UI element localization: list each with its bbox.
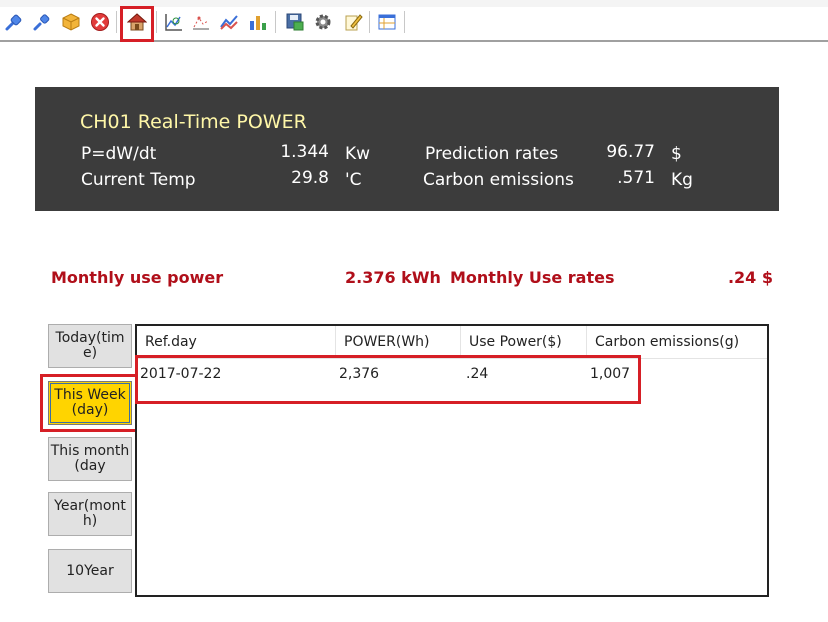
gear-icon[interactable] <box>313 12 333 32</box>
monthly-use-power-label: Monthly use power <box>51 268 224 287</box>
chart-dots-icon[interactable] <box>191 12 211 32</box>
column-header-ref-day[interactable]: Ref.day <box>137 326 336 358</box>
grid-table-icon[interactable] <box>377 12 397 32</box>
monthly-use-rates-label: Monthly Use rates <box>450 268 615 287</box>
plug-disconnect-icon[interactable] <box>32 12 52 32</box>
toolbar-separator <box>275 11 276 33</box>
column-header-use-power[interactable]: Use Power($) <box>461 326 587 358</box>
power-value: 1.344 <box>280 142 329 162</box>
box-icon[interactable] <box>61 12 81 32</box>
chart-line-icon[interactable] <box>219 12 239 32</box>
this-month-day-button[interactable]: This month(day <box>48 437 132 481</box>
close-icon[interactable] <box>90 12 110 32</box>
prediction-unit: $ <box>671 144 682 164</box>
ten-year-button-label: 10Year <box>66 562 114 579</box>
toolbar-separator <box>156 11 157 33</box>
column-header-carbon-emissions[interactable]: Carbon emissions(g) <box>587 326 768 358</box>
realtime-title: CH01 Real-Time POWER <box>80 111 307 133</box>
temp-label: Current Temp <box>81 170 196 190</box>
power-label: P=dW/dt <box>81 144 157 164</box>
carbon-value: .571 <box>617 168 655 188</box>
carbon-label: Carbon emissions <box>423 170 574 190</box>
today-time-button-label: Today(time) <box>55 330 125 361</box>
table-row-highlight-box <box>135 355 641 404</box>
year-month-button-label: Year(month) <box>54 498 126 529</box>
toolbar-separator <box>404 11 405 33</box>
save-icon[interactable] <box>285 12 305 32</box>
realtime-power-panel: CH01 Real-Time POWER P=dW/dt 1.344 Kw Cu… <box>35 87 779 211</box>
chart-zoom-icon[interactable] <box>164 12 184 32</box>
today-time-button[interactable]: Today(time) <box>48 324 132 368</box>
temp-value: 29.8 <box>291 168 329 188</box>
monthly-use-rates-value: .24 $ <box>727 268 773 287</box>
this-week-highlight-box <box>40 374 138 432</box>
power-unit: Kw <box>345 144 371 164</box>
home-highlight-box <box>120 6 154 42</box>
this-month-day-button-label: This month(day <box>50 443 130 474</box>
ten-year-button[interactable]: 10Year <box>48 549 132 593</box>
bar-chart-icon[interactable] <box>248 12 268 32</box>
prediction-label: Prediction rates <box>425 144 559 164</box>
plug-connect-icon[interactable] <box>4 12 24 32</box>
year-month-button[interactable]: Year(month) <box>48 492 132 536</box>
monthly-use-power-value: 2.376 kWh <box>345 268 441 287</box>
prediction-value: 96.77 <box>606 142 655 162</box>
toolbar-separator <box>369 11 370 33</box>
toolbar-separator <box>116 11 117 33</box>
temp-unit: 'C <box>345 170 362 190</box>
edit-icon[interactable] <box>343 12 363 32</box>
column-header-power[interactable]: POWER(Wh) <box>336 326 461 358</box>
carbon-unit: Kg <box>671 170 693 190</box>
